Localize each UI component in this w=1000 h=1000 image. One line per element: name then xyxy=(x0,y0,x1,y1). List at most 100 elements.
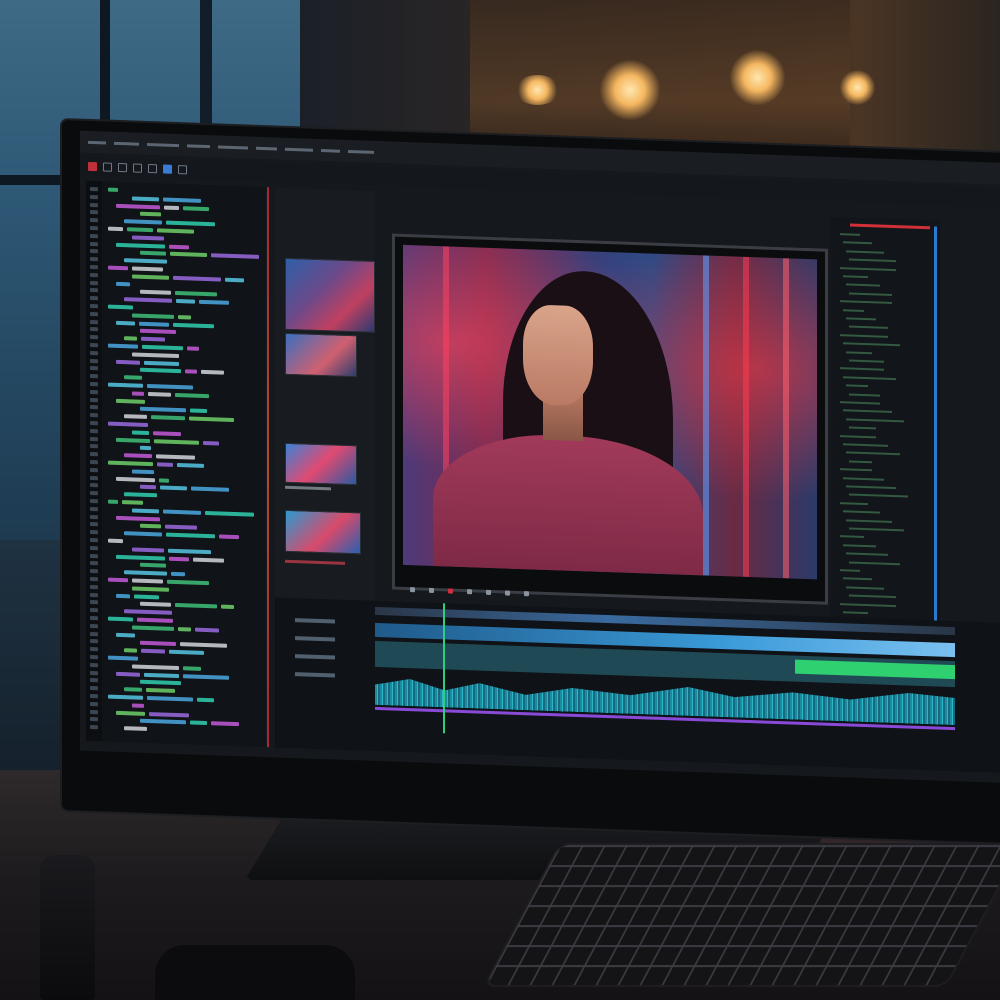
effects-list-item[interactable] xyxy=(846,317,876,321)
code-line xyxy=(116,515,160,522)
program-viewer[interactable] xyxy=(392,233,828,605)
effects-list-item[interactable] xyxy=(846,451,900,456)
effects-list-item[interactable] xyxy=(840,468,872,472)
menu-item[interactable] xyxy=(88,140,106,145)
clip-thumbnail[interactable] xyxy=(285,332,357,378)
folder-icon[interactable] xyxy=(103,161,112,172)
effects-list-item[interactable] xyxy=(843,476,884,481)
menu-item[interactable] xyxy=(348,149,374,154)
monitor xyxy=(62,120,1000,844)
scrollbar[interactable] xyxy=(934,226,937,647)
effects-list-item[interactable] xyxy=(840,333,888,338)
menu-item[interactable] xyxy=(218,144,248,149)
code-line xyxy=(124,609,172,616)
track-header[interactable] xyxy=(295,654,335,660)
effects-list-item[interactable] xyxy=(843,376,896,380)
track-header[interactable] xyxy=(295,636,335,642)
menu-item[interactable] xyxy=(256,146,277,151)
line-number xyxy=(90,537,98,543)
code-line xyxy=(183,666,201,671)
effects-list-item[interactable] xyxy=(843,510,880,514)
effects-list-item[interactable] xyxy=(849,460,872,464)
effects-list-item[interactable] xyxy=(843,275,868,279)
effects-list-item[interactable] xyxy=(846,384,868,388)
effects-list-item[interactable] xyxy=(849,493,908,498)
effects-list-item[interactable] xyxy=(840,569,860,572)
effects-list-item[interactable] xyxy=(849,292,892,296)
play-icon[interactable] xyxy=(467,588,472,594)
menu-item[interactable] xyxy=(187,143,210,148)
line-number xyxy=(90,725,98,730)
gear-icon[interactable] xyxy=(118,162,127,172)
effects-list-item[interactable] xyxy=(846,552,888,557)
code-editor-panel[interactable] xyxy=(86,180,266,748)
effects-list-item[interactable] xyxy=(843,577,872,581)
effects-list-item[interactable] xyxy=(846,283,880,287)
grid-icon[interactable] xyxy=(163,164,172,174)
panel-divider[interactable] xyxy=(267,187,269,748)
code-line xyxy=(116,554,165,561)
effects-list-item[interactable] xyxy=(846,418,904,423)
effects-list-item[interactable] xyxy=(840,401,880,405)
effects-list-item[interactable] xyxy=(843,409,892,414)
code-line xyxy=(108,382,143,388)
record-icon[interactable] xyxy=(88,161,97,171)
effects-list-item[interactable] xyxy=(846,485,896,490)
effects-list-item[interactable] xyxy=(843,544,876,548)
line-number xyxy=(90,483,98,488)
effects-list-item[interactable] xyxy=(849,561,900,565)
line-number xyxy=(90,491,98,496)
effects-list-item[interactable] xyxy=(840,434,876,439)
menu-item[interactable] xyxy=(321,148,340,153)
playhead[interactable] xyxy=(443,603,445,734)
effects-list-item[interactable] xyxy=(840,233,860,236)
loop-icon[interactable] xyxy=(524,590,529,596)
effects-list-item[interactable] xyxy=(843,342,900,347)
effects-list-item[interactable] xyxy=(843,241,872,245)
step-back-icon[interactable] xyxy=(429,587,434,593)
line-number xyxy=(90,428,98,434)
track-header[interactable] xyxy=(295,672,335,678)
record-icon[interactable] xyxy=(448,587,453,594)
clip-thumbnail[interactable] xyxy=(285,442,357,486)
code-line xyxy=(183,673,229,680)
code-line xyxy=(132,391,144,396)
play-icon[interactable] xyxy=(178,164,187,174)
effects-list-item[interactable] xyxy=(849,359,884,363)
effects-list-item[interactable] xyxy=(849,426,876,430)
line-number xyxy=(90,608,98,613)
fast-forward-icon[interactable] xyxy=(505,589,510,596)
effects-list-item[interactable] xyxy=(849,258,896,263)
code-line xyxy=(108,265,128,271)
rewind-icon[interactable] xyxy=(410,586,415,592)
menu-item[interactable] xyxy=(114,141,139,146)
effects-list-item[interactable] xyxy=(846,586,884,590)
effects-list-item[interactable] xyxy=(849,393,880,397)
effects-list-item[interactable] xyxy=(846,518,892,523)
code-line xyxy=(163,197,201,203)
effects-list-item[interactable] xyxy=(843,443,888,447)
clip-thumbnail[interactable] xyxy=(285,509,361,555)
effects-list-item[interactable] xyxy=(846,250,884,254)
track-header[interactable] xyxy=(295,618,335,624)
line-number xyxy=(90,522,98,527)
effects-list-item[interactable] xyxy=(843,308,864,312)
effects-list-item[interactable] xyxy=(840,266,896,271)
line-number xyxy=(90,498,98,504)
step-forward-icon[interactable] xyxy=(486,589,491,595)
code-line xyxy=(221,604,234,610)
code-line xyxy=(148,391,171,397)
menu-item[interactable] xyxy=(147,142,179,147)
layers-icon[interactable] xyxy=(148,163,157,173)
effects-list-item[interactable] xyxy=(846,350,872,354)
scissors-icon[interactable] xyxy=(133,162,142,173)
clip-thumbnail[interactable] xyxy=(285,257,375,333)
effects-list-item[interactable] xyxy=(840,367,884,372)
timeline-panel[interactable] xyxy=(275,597,1000,773)
effects-list-item[interactable] xyxy=(840,501,868,505)
effects-list-item[interactable] xyxy=(840,535,864,539)
menu-item[interactable] xyxy=(285,147,313,152)
effects-list-item[interactable] xyxy=(849,325,888,330)
effects-list-item[interactable] xyxy=(849,527,904,532)
effects-list-item[interactable] xyxy=(840,300,892,305)
